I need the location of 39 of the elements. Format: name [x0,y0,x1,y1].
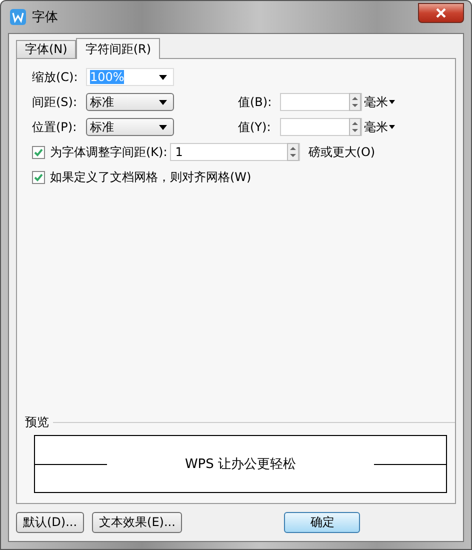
spin-arrows-icon [349,93,361,111]
checkbox-label: 为字体调整字间距(K): [50,144,168,160]
close-icon [436,8,446,18]
dropdown-value: 标准 [90,118,114,136]
tab[interactable]: 字符间距(R) [76,38,160,59]
checkbox-label: 如果定义了文档网格，则对齐网格(W) [50,168,252,186]
checkbox[interactable] [32,146,48,158]
spin-field[interactable] [280,93,362,111]
app-icon [10,9,26,25]
field-label: 间距(S): [32,94,78,110]
dialog-button[interactable]: 文本效果(E)... [92,512,182,533]
dialog-button[interactable]: 默认(D)... [16,512,84,533]
close-button[interactable] [418,3,464,23]
window-title: 字体 [32,9,58,26]
dropdown[interactable]: 标准 [86,118,174,136]
unit-dropdown[interactable]: 毫米 [362,94,395,110]
field-label: 磅或更大(O) [308,144,376,160]
tab[interactable]: 字体(N) [16,40,76,58]
field-label: 值(B): [238,94,273,110]
unit-dropdown[interactable]: 毫米 [362,118,395,136]
spin-field[interactable]: 1 [170,143,300,161]
preview-text: WPS 让办公更轻松 [184,456,298,473]
field-label: 位置(P): [32,118,78,136]
group-label: 预览 [25,414,49,431]
combo-value: 100% [90,70,124,84]
caret-icon [389,100,395,104]
caret-icon [159,74,167,80]
caret-icon [159,124,167,130]
dropdown[interactable]: 标准 [86,93,174,111]
field-label: 值(Y): [238,118,272,136]
spin-arrows-icon [349,118,361,136]
ok-button[interactable]: 确定 [284,512,360,533]
field-label: 缩放(C): [32,68,79,86]
spin-arrows-icon [287,143,300,161]
dropdown-value: 标准 [90,94,114,110]
caret-icon [389,125,395,129]
checkbox[interactable] [32,170,48,184]
caret-icon [159,100,167,104]
spin-field[interactable] [280,118,362,136]
